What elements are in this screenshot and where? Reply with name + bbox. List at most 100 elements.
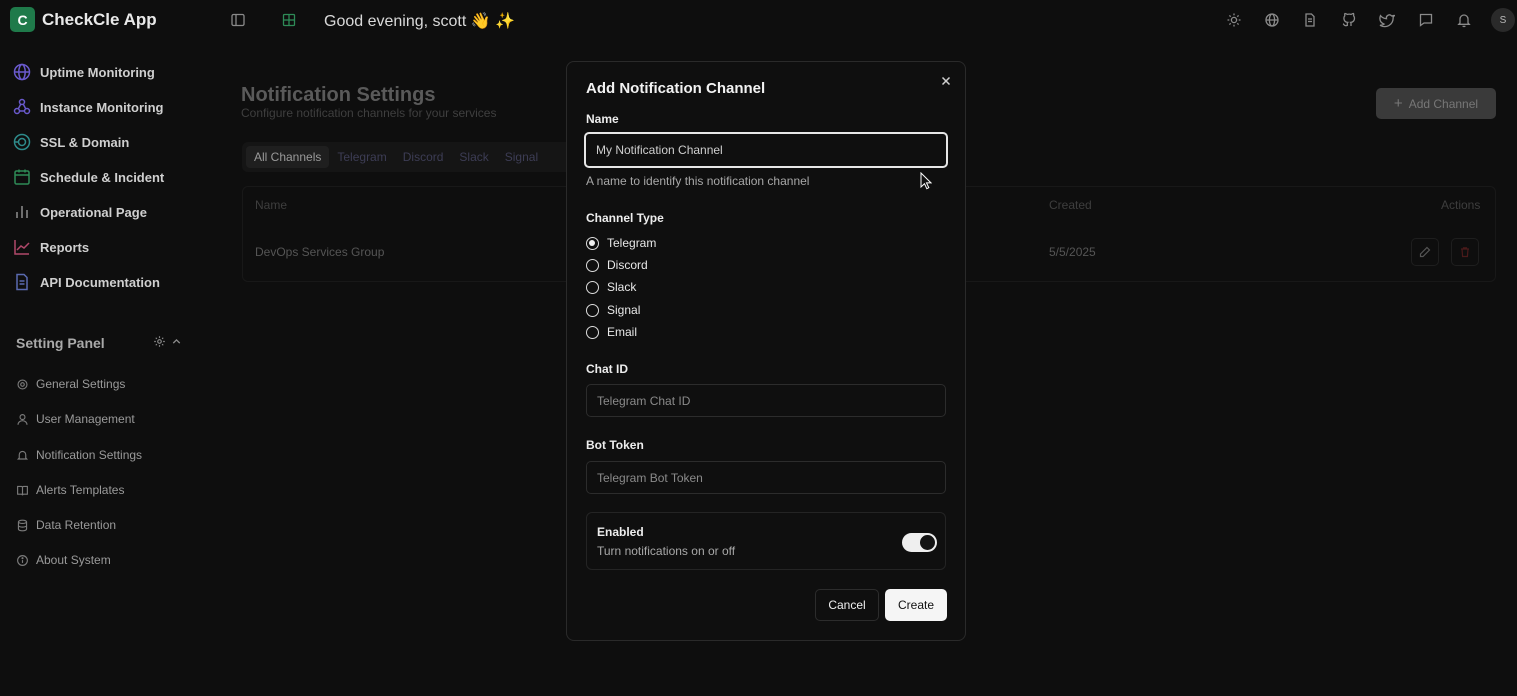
radio-button[interactable]: [586, 303, 599, 317]
column-header-name: Name: [255, 198, 288, 212]
create-button[interactable]: Create: [885, 589, 947, 621]
setting-item-label: Data Retention: [36, 518, 117, 532]
chevron-up-icon[interactable]: [170, 335, 183, 348]
top-bar: C CheckCle App Good evening, scott 👋 ✨ S: [0, 0, 1517, 40]
line-chart-icon: [12, 237, 32, 257]
grid-icon[interactable]: [281, 12, 297, 28]
enabled-toggle-card: Enabled Turn notifications on or off: [586, 512, 946, 570]
bot-token-input[interactable]: [586, 461, 946, 494]
sidebar-item-schedule-incident[interactable]: Schedule & Incident: [12, 165, 164, 189]
app-title: CheckCle App: [42, 10, 157, 29]
trash-icon: [1461, 247, 1469, 258]
radio-email[interactable]: Email: [586, 325, 637, 339]
user-icon: [16, 413, 29, 426]
setting-item-label: Alerts Templates: [36, 483, 125, 497]
plus-icon: +: [1393, 95, 1403, 112]
radio-discord[interactable]: Discord: [586, 258, 648, 272]
info-icon: [16, 554, 29, 567]
shield-globe-icon: [12, 132, 32, 152]
radio-label: Signal: [607, 303, 641, 317]
tab-signal[interactable]: Signal: [497, 146, 546, 168]
setting-panel-title: Setting Panel: [16, 335, 105, 351]
language-globe-icon[interactable]: [1264, 12, 1280, 28]
sidebar-item-label: Uptime Monitoring: [40, 64, 155, 80]
radio-signal[interactable]: Signal: [586, 303, 640, 317]
enabled-toggle-switch[interactable]: [902, 533, 937, 552]
radio-button[interactable]: [586, 236, 599, 250]
mouse-cursor-icon: [920, 172, 932, 190]
user-avatar[interactable]: S: [1491, 8, 1515, 32]
sidebar-item-api-documentation[interactable]: API Documentation: [12, 270, 160, 294]
radio-button[interactable]: [586, 280, 599, 294]
bell-icon[interactable]: [1456, 12, 1472, 28]
gear-icon[interactable]: [153, 335, 166, 348]
app-logo: C: [10, 7, 35, 32]
setting-item-general-settings[interactable]: General Settings: [16, 375, 125, 393]
sidebar: Uptime Monitoring Instance Monitoring SS…: [0, 52, 200, 672]
tab-all-channels[interactable]: All Channels: [246, 146, 330, 168]
radio-label: Discord: [607, 258, 648, 272]
network-icon: [12, 97, 32, 117]
setting-item-label: Notification Settings: [36, 448, 143, 462]
tab-slack[interactable]: Slack: [451, 146, 496, 168]
page-subtitle: Configure notification channels for your…: [241, 106, 497, 120]
sidebar-item-reports[interactable]: Reports: [12, 235, 89, 259]
chat-id-input[interactable]: [586, 384, 946, 417]
enabled-description: Turn notifications on or off: [597, 544, 736, 558]
channel-tabs: All Channels Telegram Discord Slack Sign…: [242, 142, 572, 172]
sidebar-toggle-icon[interactable]: [230, 12, 246, 28]
tab-telegram[interactable]: Telegram: [329, 146, 394, 168]
docs-icon[interactable]: [1302, 12, 1318, 28]
enabled-title: Enabled: [597, 525, 644, 539]
radio-label: Telegram: [607, 236, 657, 250]
close-icon[interactable]: [939, 74, 953, 88]
column-header-actions: Actions: [1441, 198, 1481, 212]
database-icon: [16, 519, 29, 532]
column-header-created: Created: [1049, 198, 1092, 212]
setting-item-notification-settings[interactable]: Notification Settings: [16, 446, 142, 464]
sidebar-item-label: Operational Page: [40, 204, 147, 220]
tab-discord[interactable]: Discord: [395, 146, 452, 168]
setting-item-about-system[interactable]: About System: [16, 551, 111, 569]
radio-button[interactable]: [586, 258, 599, 272]
add-channel-button[interactable]: + Add Channel: [1376, 88, 1496, 119]
gear-icon: [16, 378, 29, 391]
github-icon[interactable]: [1341, 12, 1357, 28]
theme-sun-icon[interactable]: [1226, 12, 1242, 28]
sidebar-item-ssl-domain[interactable]: SSL & Domain: [12, 130, 129, 154]
edit-icon: [1419, 246, 1431, 258]
globe-icon: [12, 62, 32, 82]
sidebar-item-label: SSL & Domain: [40, 134, 130, 150]
dialog-title: Add Notification Channel: [586, 80, 766, 97]
sidebar-item-label: Reports: [40, 239, 90, 255]
sidebar-item-uptime-monitoring[interactable]: Uptime Monitoring: [12, 60, 155, 84]
sidebar-item-label: Instance Monitoring: [40, 99, 164, 115]
radio-button[interactable]: [586, 325, 599, 339]
toggle-knob: [920, 535, 935, 550]
edit-button[interactable]: [1411, 238, 1439, 266]
radio-telegram[interactable]: Telegram: [586, 236, 656, 250]
document-icon: [12, 272, 32, 292]
bot-token-label: Bot Token: [586, 438, 644, 452]
name-input[interactable]: [584, 132, 948, 168]
book-icon: [16, 484, 29, 497]
setting-item-label: About System: [36, 553, 111, 567]
twitter-icon[interactable]: [1379, 12, 1395, 28]
sidebar-item-operational-page[interactable]: Operational Page: [12, 200, 147, 224]
chat-id-label: Chat ID: [586, 362, 628, 376]
bar-chart-icon: [12, 202, 32, 222]
radio-slack[interactable]: Slack: [586, 280, 636, 294]
delete-button[interactable]: [1451, 238, 1479, 266]
sidebar-item-label: API Documentation: [40, 274, 160, 290]
setting-item-label: General Settings: [36, 377, 126, 391]
chat-icon[interactable]: [1418, 12, 1434, 28]
greeting-text: Good evening, scott 👋 ✨: [324, 13, 516, 30]
cancel-button[interactable]: Cancel: [815, 589, 879, 621]
page-title: Notification Settings: [241, 84, 436, 106]
setting-item-alerts-templates[interactable]: Alerts Templates: [16, 481, 124, 499]
sidebar-item-instance-monitoring[interactable]: Instance Monitoring: [12, 95, 164, 119]
setting-item-user-management[interactable]: User Management: [16, 410, 135, 428]
add-channel-dialog: Add Notification Channel Name A name to …: [566, 61, 966, 641]
setting-item-data-retention[interactable]: Data Retention: [16, 516, 116, 534]
name-label: Name: [586, 112, 619, 126]
